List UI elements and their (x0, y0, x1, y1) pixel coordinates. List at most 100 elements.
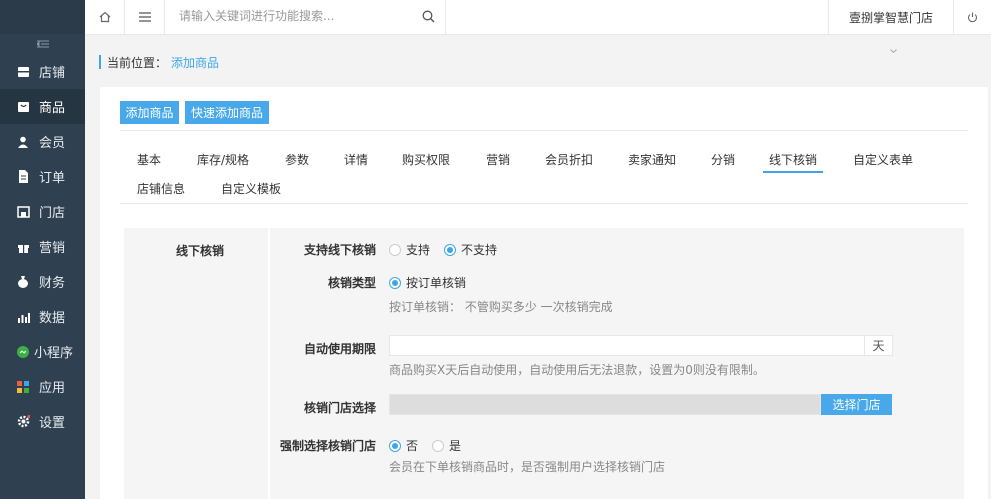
divider (120, 203, 968, 204)
verify-type-hint: 按订单核销： 不管购买多少 一次核销完成 (389, 300, 613, 314)
store-icon (16, 65, 30, 79)
chart-icon (16, 310, 30, 324)
auto-use-period-hint: 商品购买X天后自动使用，自动使用后无法退款，设置为0则没有限制。 (389, 363, 765, 377)
support-radio-group: 支持 不支持 (389, 241, 511, 258)
gift-icon (16, 240, 30, 254)
panel-title: 线下核销 (176, 244, 225, 258)
sidebar-item-label: 订单 (39, 171, 66, 186)
offline-verify-panel: 线下核销 支持线下核销 支持 不支持 核销类型 按订单核销 按订单核销： 不管购… (124, 228, 964, 499)
option-label: 否 (406, 439, 419, 453)
sidebar: 店铺 商品 会员 订单 门店 营销 财务 数据 小程序 应用 设置 (0, 0, 85, 499)
period-unit: 天 (864, 336, 892, 355)
miniprogram-icon (16, 345, 30, 359)
force-option-no[interactable]: 否 (389, 437, 418, 454)
user-icon (16, 135, 30, 149)
home-icon (99, 11, 110, 23)
sidebar-item-label: 店铺 (39, 66, 66, 81)
option-label: 按订单核销 (406, 276, 467, 290)
breadcrumb: 当前位置： 添加商品 (99, 54, 219, 71)
tab-member-discount[interactable]: 会员折扣 (545, 144, 593, 174)
tab-offline-verify[interactable]: 线下核销 (762, 144, 824, 174)
tab-shop-info[interactable]: 店铺信息 (137, 173, 185, 203)
goods-icon (16, 100, 30, 114)
sidebar-item-data[interactable]: 数据 (0, 299, 85, 334)
radio-button[interactable] (444, 243, 457, 256)
menu-icon (138, 12, 151, 22)
verify-type-label: 核销类型 (327, 276, 376, 290)
sidebar-item-store[interactable]: 店铺 (0, 54, 85, 89)
sidebar-item-label: 应用 (39, 381, 66, 396)
search-icon[interactable] (422, 10, 435, 26)
collapse-icon[interactable] (0, 34, 85, 54)
search-input[interactable] (179, 9, 409, 23)
sidebar-item-marketing[interactable]: 营销 (0, 229, 85, 264)
tab-detail[interactable]: 详情 (344, 144, 368, 174)
support-option-no[interactable]: 不支持 (444, 241, 497, 258)
tab-basic[interactable]: 基本 (137, 144, 161, 174)
tab-stock-spec[interactable]: 库存/规格 (197, 144, 249, 174)
power-icon (967, 12, 978, 22)
menu-button[interactable] (125, 0, 165, 34)
auto-use-period-input[interactable] (390, 336, 864, 355)
radio-button[interactable] (389, 439, 401, 452)
verify-type-option-order[interactable]: 按订单核销 (389, 274, 466, 291)
main-card: 添加商品 快速添加商品 基本 库存/规格 参数 详情 购买权限 营销 会员折扣 … (100, 87, 988, 499)
option-label: 是 (449, 439, 462, 453)
add-goods-button[interactable]: 添加商品 (120, 101, 179, 124)
tab-seller-notice[interactable]: 卖家通知 (628, 144, 676, 174)
breadcrumb-link[interactable]: 添加商品 (171, 54, 219, 71)
tab-distribution[interactable]: 分销 (711, 144, 735, 174)
sidebar-item-label: 财务 (39, 276, 66, 291)
tab-custom-form[interactable]: 自定义表单 (853, 144, 913, 174)
quick-add-goods-button[interactable]: 快速添加商品 (185, 101, 269, 124)
panel-side: 线下核销 (124, 228, 268, 499)
panel-divider (268, 228, 270, 499)
force-option-yes[interactable]: 是 (432, 437, 461, 454)
option-label: 支持 (406, 243, 431, 257)
home-button[interactable] (85, 0, 125, 34)
support-option-yes[interactable]: 支持 (389, 241, 430, 258)
sidebar-item-label: 数据 (39, 311, 66, 326)
tab-marketing[interactable]: 营销 (486, 144, 510, 174)
sidebar-item-label: 营销 (39, 241, 66, 256)
top-bar: 壹捌掌智慧门店 (85, 0, 991, 35)
force-store-label: 强制选择核销门店 (279, 439, 376, 453)
sidebar-item-shop[interactable]: 门店 (0, 194, 85, 229)
sidebar-item-apps[interactable]: 应用 (0, 369, 85, 404)
radio-button[interactable] (389, 276, 401, 289)
order-icon (16, 170, 30, 184)
divider (120, 130, 968, 131)
auto-use-period-label: 自动使用期限 (303, 342, 376, 356)
sidebar-item-goods[interactable]: 商品 (0, 89, 85, 124)
option-label: 不支持 (461, 243, 498, 257)
sidebar-item-label: 设置 (39, 416, 66, 431)
select-store-button[interactable]: 选择门店 (821, 394, 892, 415)
sidebar-item-label: 商品 (39, 101, 66, 116)
chevron-down-icon[interactable] (890, 46, 897, 55)
sidebar-item-order[interactable]: 订单 (0, 159, 85, 194)
apps-icon (16, 380, 30, 394)
sidebar-item-finance[interactable]: 财务 (0, 264, 85, 299)
power-button[interactable] (954, 0, 991, 34)
tab-custom-template[interactable]: 自定义模板 (221, 173, 281, 203)
selected-stores-field[interactable] (389, 394, 821, 415)
support-label: 支持线下核销 (303, 243, 376, 257)
breadcrumb-label: 当前位置： (107, 55, 168, 70)
tab-params[interactable]: 参数 (285, 144, 309, 174)
tab-bar: 基本 库存/规格 参数 详情 购买权限 营销 会员折扣 卖家通知 分销 线下核销… (120, 144, 968, 174)
search-box (165, 0, 446, 34)
sidebar-item-label: 会员 (39, 136, 66, 151)
sidebar-item-settings[interactable]: 设置 (0, 404, 85, 439)
shop-name[interactable]: 壹捌掌智慧门店 (828, 0, 954, 34)
sidebar-item-miniprogram[interactable]: 小程序 (0, 334, 85, 369)
auto-use-period-field: 天 (389, 335, 893, 356)
radio-button[interactable] (389, 243, 401, 256)
verify-type-radio-group: 按订单核销 (389, 274, 480, 291)
logo-area (0, 0, 85, 34)
sidebar-item-label: 小程序 (34, 346, 74, 361)
tab-purchase-permission[interactable]: 购买权限 (402, 144, 450, 174)
force-store-radio-group: 否 是 (389, 437, 475, 454)
radio-button[interactable] (432, 439, 445, 452)
verify-store-label: 核销门店选择 (303, 401, 376, 415)
sidebar-item-member[interactable]: 会员 (0, 124, 85, 159)
